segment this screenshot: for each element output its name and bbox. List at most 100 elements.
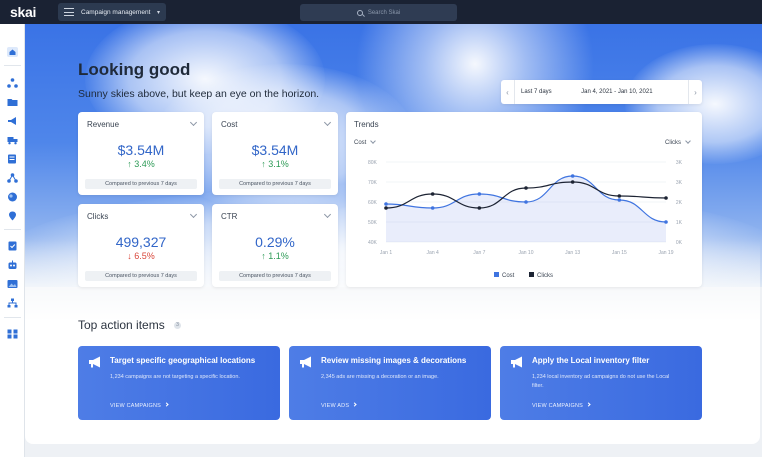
chevron-down-icon[interactable] — [189, 210, 198, 219]
date-range-picker[interactable]: ‹ Last 7 days Jan 4, 2021 - Jan 10, 2021… — [501, 80, 702, 104]
page-subheadline: Sunny skies above, but keep an eye on th… — [78, 88, 320, 100]
y-left-tick-label: 60K — [368, 200, 378, 206]
kpi-comparison: Compared to previous 7 days — [85, 179, 197, 189]
y-right-tick-label: 2K — [676, 200, 683, 206]
action-title: Review missing images & decorations — [321, 356, 467, 365]
sidebar-divider — [4, 65, 21, 66]
network-icon[interactable] — [7, 173, 18, 183]
megaphone-icon[interactable] — [7, 116, 18, 126]
kpi-delta-value: 1.1% — [268, 251, 289, 261]
clicks-point — [570, 180, 575, 184]
hamburger-icon — [64, 8, 74, 16]
report-icon[interactable] — [7, 154, 18, 164]
x-tick-label: Jan 13 — [565, 250, 580, 256]
action-link-label: VIEW ADS — [321, 403, 350, 409]
action-count-badge: 3 — [174, 322, 181, 329]
action-title: Target specific geographical locations — [110, 356, 256, 365]
kpi-card-clicks[interactable]: Clicks 499,327 ↓ 6.5% Compared to previo… — [78, 204, 204, 287]
x-tick-label: Jan 10 — [518, 250, 533, 256]
kpi-delta-value: 6.5% — [134, 251, 155, 261]
next-period-button[interactable]: › — [687, 80, 702, 104]
chevron-down-icon[interactable] — [189, 118, 198, 127]
chevron-down-icon[interactable] — [323, 118, 332, 127]
kpi-delta: ↓ 6.5% — [78, 251, 204, 261]
apps-grid-icon[interactable] — [7, 329, 18, 339]
y-right-tick-label: 0K — [676, 240, 683, 246]
view-ads-link[interactable]: VIEW ADS — [321, 402, 357, 409]
chevron-right-icon — [352, 402, 357, 407]
megaphone-icon — [511, 356, 522, 368]
cost-legend-label: Cost — [502, 273, 515, 279]
kpi-card-cost[interactable]: Cost $3.54M ↑ 3.1% Compared to previous … — [212, 112, 338, 195]
search-placeholder: Search Skai — [367, 9, 401, 16]
x-tick-label: Jan 7 — [473, 250, 485, 256]
folder-icon[interactable] — [7, 97, 18, 107]
cost-point — [617, 198, 622, 202]
action-description: 1,234 local inventory ad campaigns do no… — [532, 374, 670, 389]
x-tick-label: Jan 4 — [427, 250, 439, 256]
chevron-down-icon: ▾ — [156, 9, 160, 16]
kpi-value: 0.29% — [255, 234, 295, 250]
sidebar-divider — [4, 229, 21, 230]
action-card-images[interactable]: Review missing images & decorations 2,34… — [289, 346, 491, 420]
kpi-comparison: Compared to previous 7 days — [219, 179, 331, 189]
view-campaigns-link[interactable]: VIEW CAMPAIGNS — [110, 402, 169, 409]
clipboard-check-icon[interactable] — [7, 241, 18, 251]
kpi-title: CTR — [221, 212, 238, 221]
kpi-value: $3.54M — [117, 142, 165, 158]
chevron-right-icon — [164, 402, 169, 407]
org-chart-icon[interactable] — [7, 298, 18, 308]
kpi-delta-value: 3.4% — [134, 159, 155, 169]
action-card-geo[interactable]: Target specific geographical locations 1… — [78, 346, 280, 420]
truck-icon[interactable] — [7, 135, 18, 145]
home-icon[interactable] — [7, 47, 18, 57]
kpi-value: 499,327 — [115, 234, 167, 250]
kpi-card-ctr[interactable]: CTR 0.29% ↑ 1.1% Compared to previous 7 … — [212, 204, 338, 287]
date-range-label: Last 7 days — [521, 89, 552, 95]
y-right-tick-label: 3K — [676, 180, 683, 186]
image-gallery-icon[interactable] — [7, 279, 18, 289]
action-title: Apply the Local inventory filter — [532, 356, 650, 365]
y-left-tick-label: 80K — [368, 160, 378, 166]
hierarchy-icon[interactable] — [7, 78, 18, 88]
y-left-tick-label: 40K — [368, 240, 378, 246]
chevron-right-icon — [586, 402, 591, 407]
kpi-delta: ↑ 1.1% — [212, 251, 338, 261]
clicks-point — [664, 196, 668, 200]
kpi-title: Revenue — [87, 120, 120, 129]
top-bar: skai Campaign management ▾ Search Skai — [0, 0, 762, 24]
action-card-local-inventory[interactable]: Apply the Local inventory filter 1,234 l… — [500, 346, 702, 420]
clicks-legend-label: Clicks — [537, 273, 553, 279]
chevron-down-icon[interactable] — [323, 210, 332, 219]
y-right-tick-label: 3K — [676, 160, 683, 166]
view-campaigns-link[interactable]: VIEW CAMPAIGNS — [532, 402, 591, 409]
top-action-items-title: Top action items — [78, 318, 165, 332]
search-icon — [356, 9, 363, 16]
globe-icon[interactable] — [7, 192, 18, 202]
campaign-management-menu[interactable]: Campaign management ▾ — [58, 3, 166, 21]
x-tick-label: Jan 1 — [380, 250, 392, 256]
kpi-delta: ↑ 3.1% — [212, 159, 338, 169]
trends-line-chart: 80K 3K 70K 3K 60K 2K 50K 1K 40K 0K Jan 1 Jan 4 Jan 7… — [368, 160, 683, 279]
kpi-comparison: Compared to previous 7 days — [219, 271, 331, 281]
cost-area — [386, 176, 666, 242]
clicks-point — [477, 206, 482, 210]
campaign-management-label: Campaign management — [81, 8, 151, 16]
y-left-tick-label: 50K — [368, 220, 378, 226]
megaphone-icon — [89, 356, 100, 368]
kpi-card-revenue[interactable]: Revenue $3.54M ↑ 3.4% Compared to previo… — [78, 112, 204, 195]
kpi-title: Clicks — [87, 212, 109, 221]
search-input[interactable]: Search Skai — [300, 4, 457, 21]
clicks-legend-swatch — [529, 272, 534, 277]
skai-logo[interactable]: skai — [10, 4, 50, 20]
location-pin-icon[interactable] — [7, 211, 18, 221]
kpi-delta: ↑ 3.4% — [78, 159, 204, 169]
clicks-point — [617, 194, 622, 198]
y-left-tick-label: 70K — [368, 180, 378, 186]
x-tick-label: Jan 19 — [658, 250, 673, 256]
action-link-label: VIEW CAMPAIGNS — [532, 403, 583, 409]
previous-period-button[interactable]: ‹ — [501, 80, 515, 104]
y-right-tick-label: 1K — [676, 220, 683, 226]
cost-point — [524, 200, 528, 204]
robot-icon[interactable] — [7, 260, 18, 270]
